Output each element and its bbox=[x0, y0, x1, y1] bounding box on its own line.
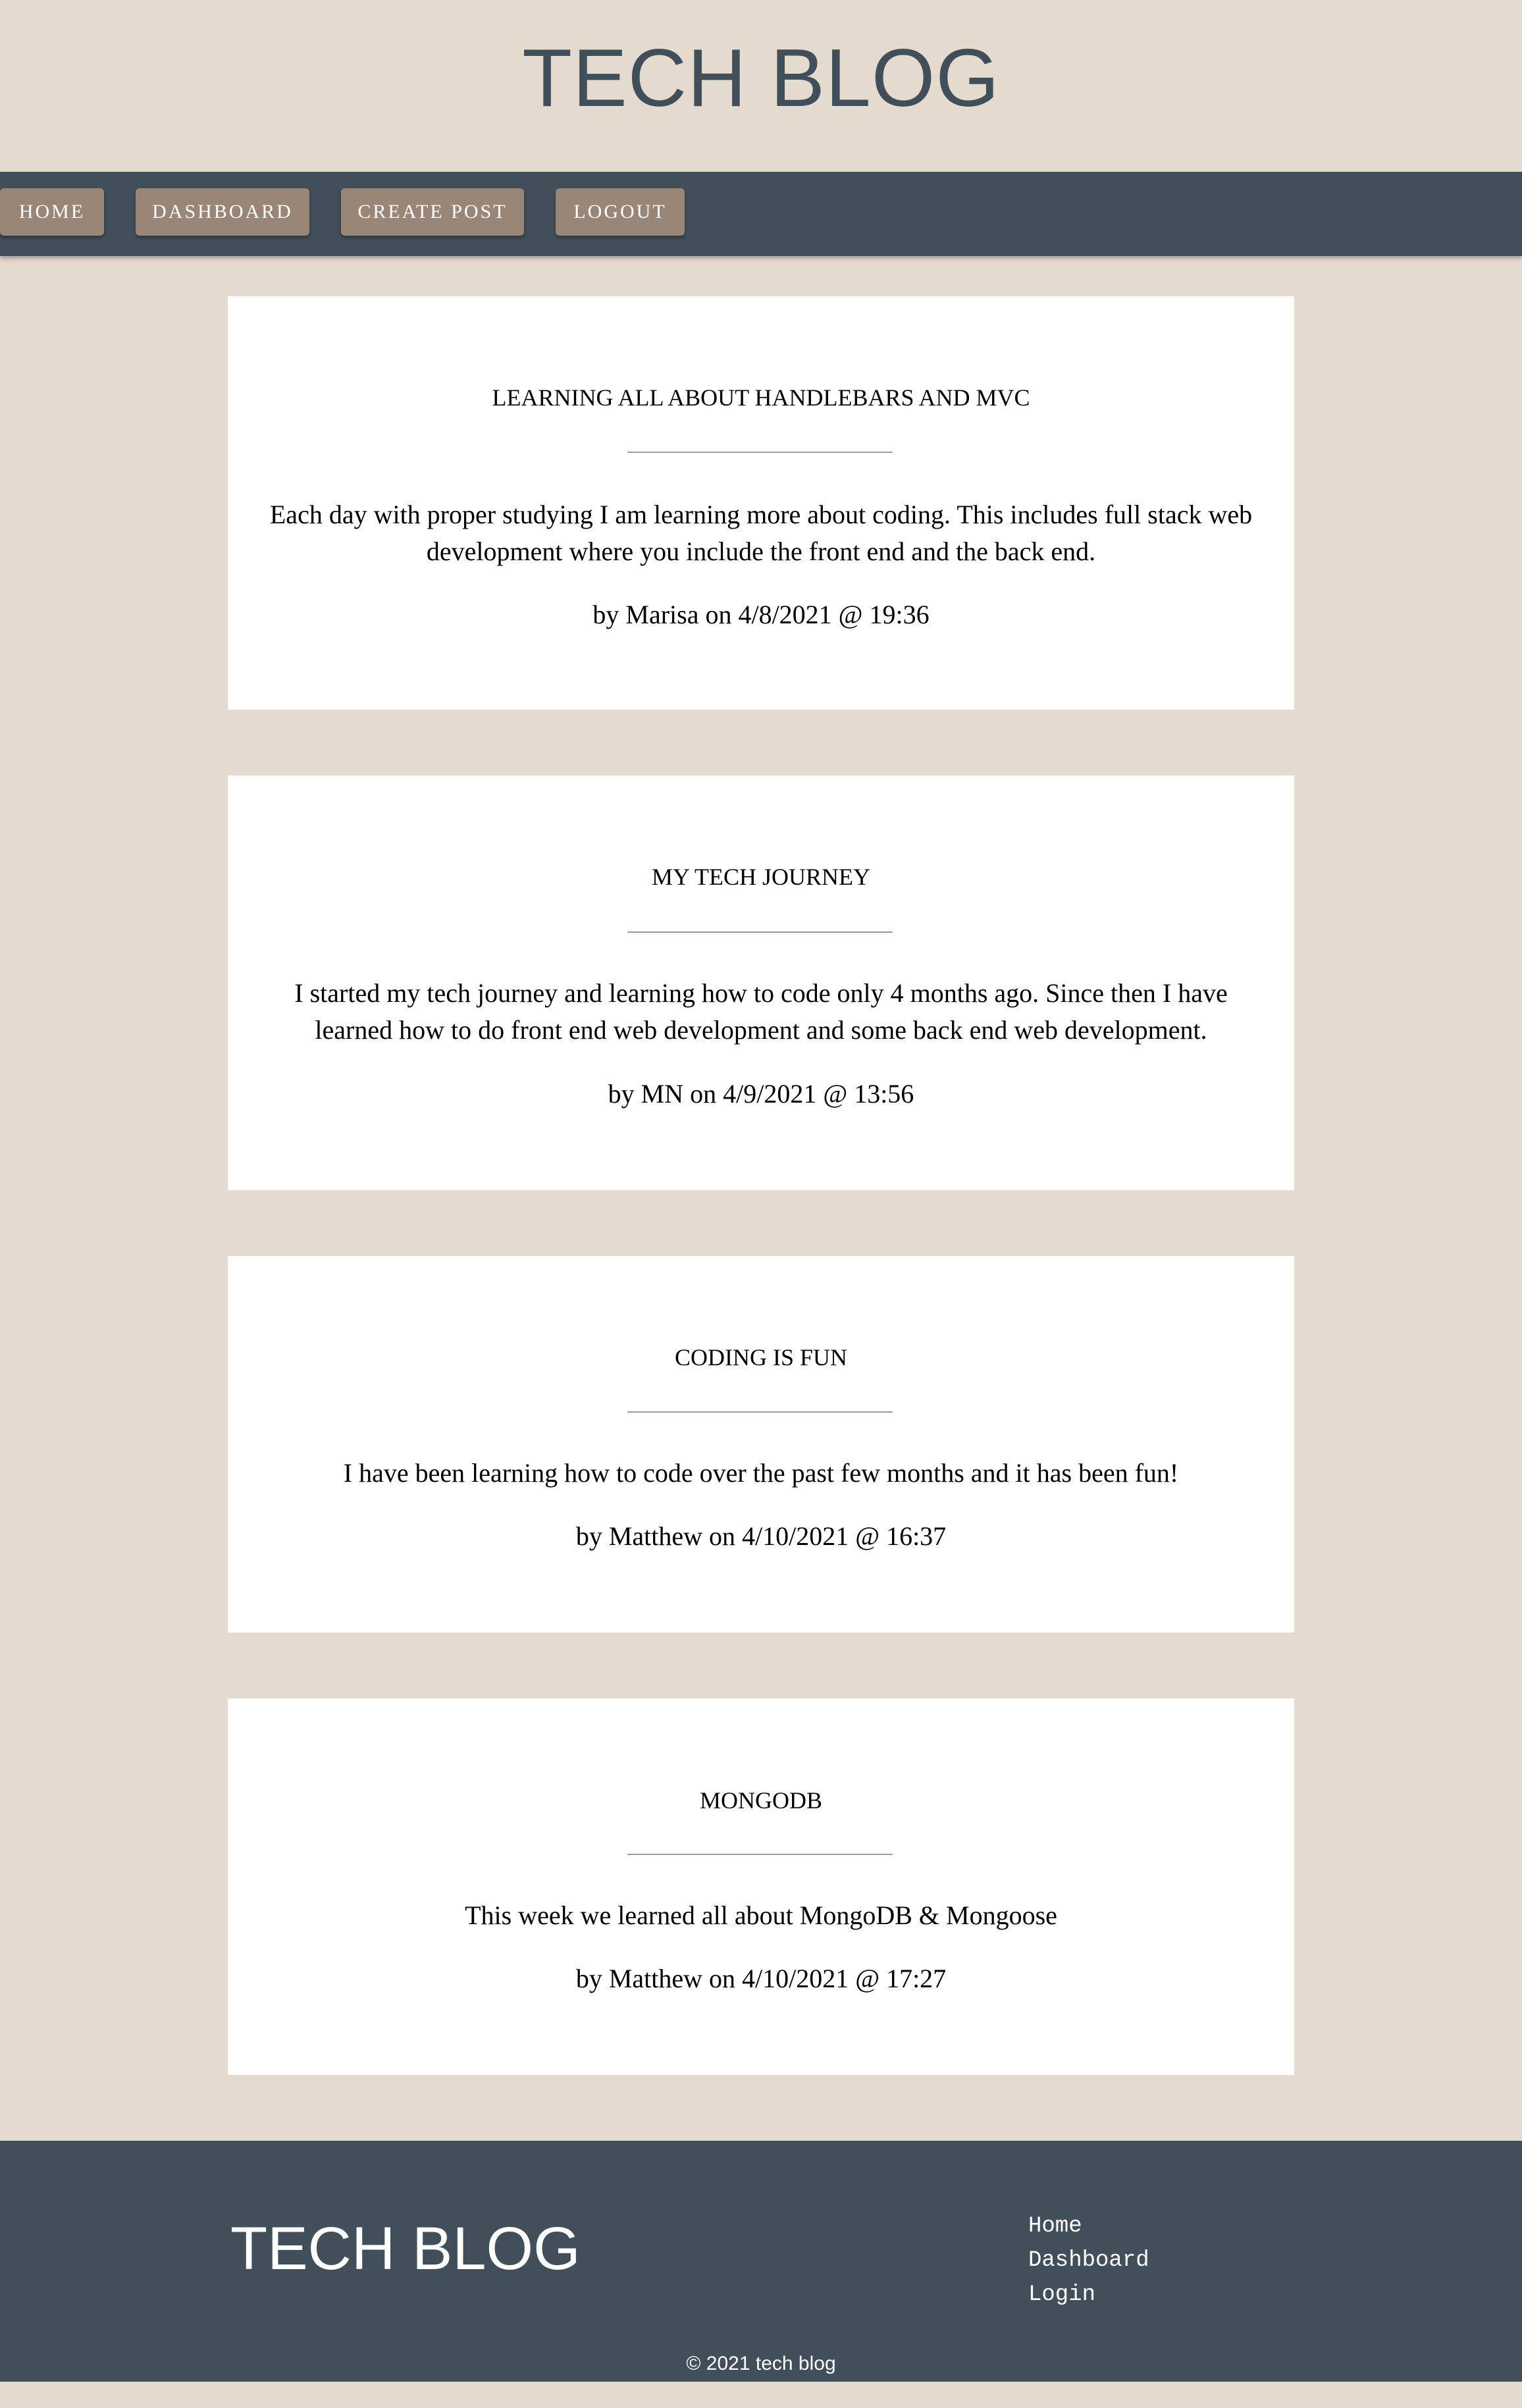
footer-link-home[interactable]: Home bbox=[1028, 2209, 1149, 2243]
post-title[interactable]: MONGODB bbox=[228, 1787, 1294, 1814]
nav-create-post-button[interactable]: CREATE POST bbox=[341, 188, 524, 236]
post-title[interactable]: LEARNING ALL ABOUT HANDLEBARS AND MVC bbox=[228, 384, 1294, 411]
nav-logout-button[interactable]: LOGOUT bbox=[556, 188, 685, 236]
post-divider bbox=[627, 452, 893, 453]
post-divider bbox=[627, 1854, 893, 1855]
post-card[interactable]: MONGODB This week we learned all about M… bbox=[228, 1698, 1294, 2075]
post-meta: by Marisa on 4/8/2021 @ 19:36 bbox=[592, 600, 930, 629]
nav-home-button[interactable]: HOME bbox=[0, 188, 104, 236]
post-meta: by Matthew on 4/10/2021 @ 16:37 bbox=[575, 1521, 947, 1551]
copyright: © 2021 tech blog bbox=[686, 2353, 836, 2374]
post-divider bbox=[627, 931, 893, 933]
post-meta: by MN on 4/9/2021 @ 13:56 bbox=[608, 1079, 914, 1109]
footer-link-login[interactable]: Login bbox=[1028, 2278, 1149, 2312]
site-title: TECH BLOG bbox=[522, 32, 1000, 124]
footer-links: Home Dashboard Login bbox=[1028, 2209, 1149, 2312]
post-card[interactable]: MY TECH JOURNEY I started my tech journe… bbox=[228, 775, 1294, 1190]
navbar: HOME DASHBOARD CREATE POST LOGOUT bbox=[0, 172, 1522, 256]
post-body: I have been learning how to code over th… bbox=[343, 1458, 1179, 1488]
posts-list: LEARNING ALL ABOUT HANDLEBARS AND MVC Ea… bbox=[228, 296, 1294, 2075]
post-card[interactable]: LEARNING ALL ABOUT HANDLEBARS AND MVC Ea… bbox=[228, 296, 1294, 710]
post-title[interactable]: CODING IS FUN bbox=[228, 1344, 1294, 1371]
post-body: I started my tech journey and learning h… bbox=[294, 978, 1228, 1045]
site-header: TECH BLOG bbox=[0, 0, 1522, 172]
footer-title: TECH BLOG bbox=[230, 2215, 581, 2282]
nav-dashboard-button[interactable]: DASHBOARD bbox=[136, 188, 309, 236]
post-body: This week we learned all about MongoDB &… bbox=[465, 1900, 1057, 1930]
post-meta: by Matthew on 4/10/2021 @ 17:27 bbox=[575, 1964, 947, 1993]
post-card[interactable]: CODING IS FUN I have been learning how t… bbox=[228, 1256, 1294, 1633]
post-body: Each day with proper studying I am learn… bbox=[269, 500, 1253, 566]
post-divider bbox=[627, 1411, 893, 1413]
footer-link-dashboard[interactable]: Dashboard bbox=[1028, 2243, 1149, 2278]
site-footer: TECH BLOG Home Dashboard Login © 2021 te… bbox=[0, 2141, 1522, 2382]
post-title[interactable]: MY TECH JOURNEY bbox=[228, 863, 1294, 891]
